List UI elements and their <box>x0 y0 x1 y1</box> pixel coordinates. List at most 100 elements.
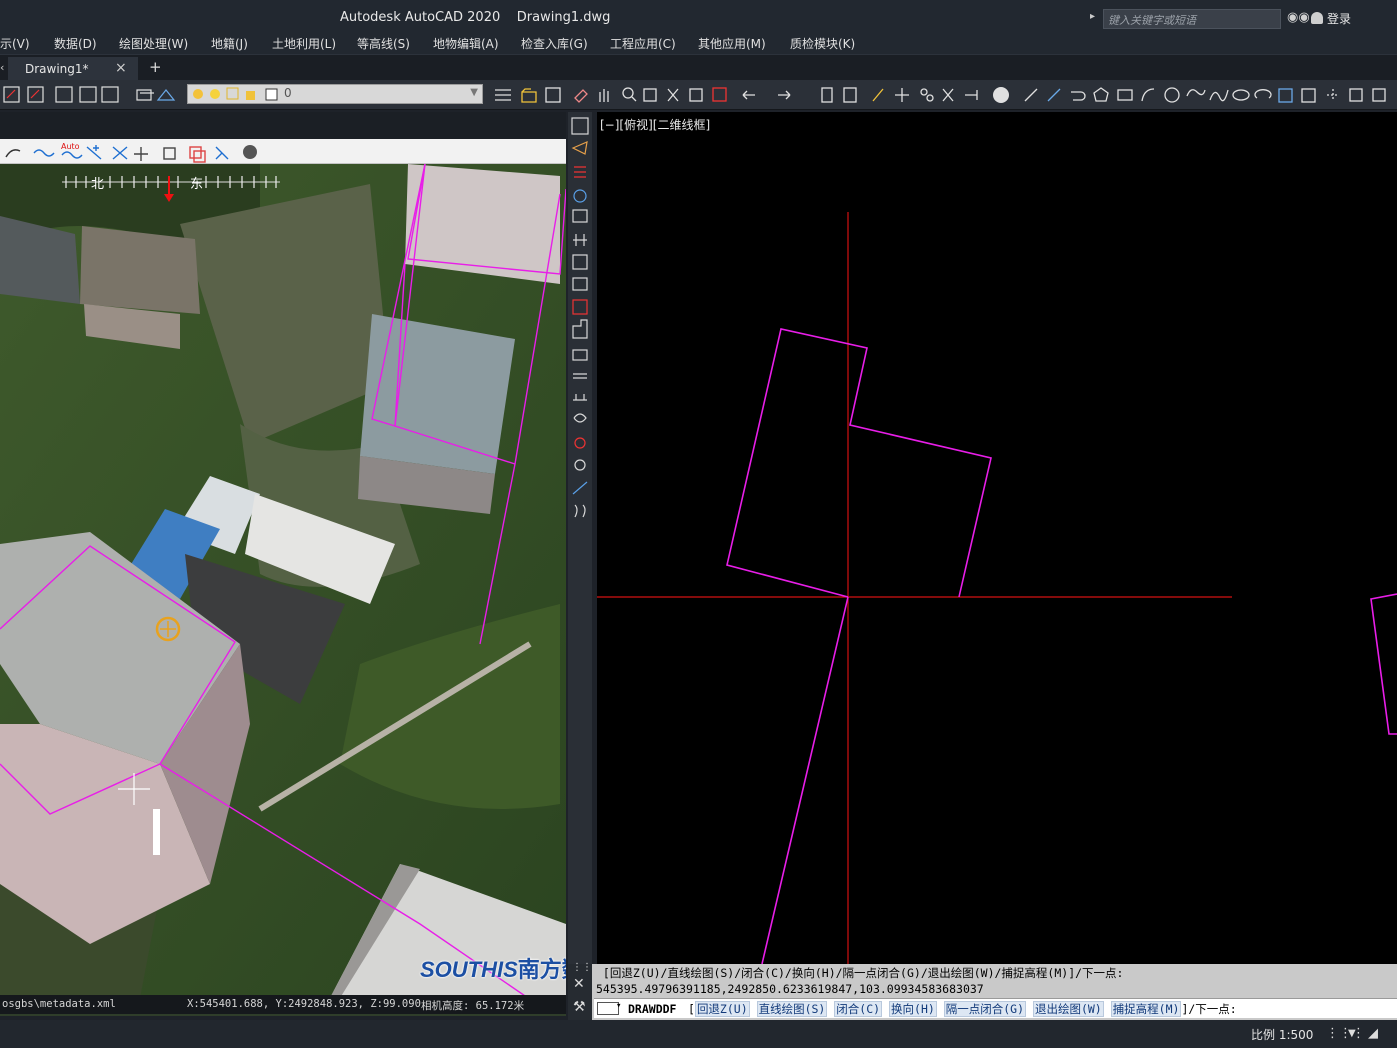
photo-pane-header <box>0 112 566 139</box>
insert-block-icon <box>1278 88 1293 103</box>
close-icon[interactable]: × <box>115 60 127 76</box>
menu-contour[interactable]: 等高线(S) <box>357 35 410 52</box>
revcloud-icon <box>1186 89 1206 97</box>
grid-icon[interactable]: ⋮⋮⋮ <box>1326 1026 1365 1041</box>
hatch-icon <box>1349 88 1363 102</box>
command-line: ⋮⋮ ✕ ⚒ [回退Z(U)/直线绘图(S)/闭合(C)/换向(H)/隔一点闭合… <box>568 962 1397 1020</box>
wrench-icon[interactable]: ⚒ <box>573 999 586 1015</box>
circle-icon <box>1164 87 1180 103</box>
tab-scroll-icon[interactable]: ‹ <box>0 61 4 74</box>
option-undo[interactable]: 回退Z(U) <box>694 1001 750 1017</box>
zoom-icon <box>622 87 634 99</box>
tool-icon-3 <box>55 86 73 103</box>
menu-feature-edit[interactable]: 地物编辑(A) <box>433 35 499 52</box>
window-title: Autodesk AutoCAD 2020 Drawing1.dwg <box>340 10 611 25</box>
xline-icon <box>1047 88 1061 102</box>
toolbar-group-left <box>3 86 176 103</box>
menu-engineering[interactable]: 工程应用(C) <box>610 35 676 52</box>
delete-point-icon <box>112 146 128 160</box>
regen-icon <box>689 88 703 102</box>
palette-icon-14 <box>573 413 587 423</box>
copy-shape-icon <box>189 146 202 159</box>
option-reverse[interactable]: 换向(H) <box>889 1001 937 1017</box>
toolbar-group-right <box>495 87 1386 103</box>
menu-qc[interactable]: 质检模块(K) <box>790 35 855 52</box>
rectangle-icon <box>1117 89 1133 101</box>
tool-icon-4 <box>79 86 97 103</box>
status-bar: 比例 1:500 ⋮⋮⋮ ▼ ◢ <box>0 1020 1397 1048</box>
login-button[interactable]: 登录 <box>1311 10 1351 27</box>
oblique-photo-pane: Auto 北 东 SOUTHIS南方 osgbs\metadata.xml X:… <box>0 112 566 1016</box>
design-center-icon <box>843 87 857 103</box>
trim-icon <box>942 88 954 102</box>
redo-icon <box>778 90 791 100</box>
command-suffix: ]/下一点: <box>1181 1002 1237 1016</box>
palette-icon-12 <box>573 373 587 379</box>
command-history: [回退Z(U)/直线绘图(S)/闭合(C)/换向(H)/隔一点闭合(G)/退出绘… <box>596 965 1123 997</box>
menu-data[interactable]: 数据(D) <box>54 35 97 52</box>
tool-icon-2-mark <box>30 89 40 99</box>
tool-icon-7 <box>156 89 176 101</box>
command-input[interactable]: ▾ DRAWDDF [回退Z(U) 直线绘图(S) 闭合(C) 换向(H) 隔一… <box>594 998 1397 1018</box>
palette-icon-2 <box>571 141 588 155</box>
palette-icon-13 <box>573 394 587 401</box>
grip-icon[interactable]: ⋮⋮ <box>572 962 592 973</box>
palette-icon-4 <box>573 189 587 203</box>
menu-draw[interactable]: 绘图处理(W) <box>119 35 188 52</box>
contour-icon <box>33 149 55 157</box>
measure-line-icon <box>5 149 21 158</box>
palette-icon-17 <box>572 481 588 495</box>
menu-cadastre[interactable]: 地籍(J) <box>211 35 248 52</box>
compass-north-label: 北 <box>91 177 104 192</box>
viewport-drawing <box>597 212 1397 964</box>
box-icon <box>163 147 176 160</box>
photo-status-bar: osgbs\metadata.xml X:545401.688, Y:24928… <box>0 995 566 1014</box>
chevron-down-icon[interactable]: ▼ <box>1348 1028 1356 1039</box>
option-skip-close[interactable]: 隔一点闭合(G) <box>943 1001 1027 1017</box>
copy-icon <box>920 88 928 96</box>
tool-icon-5 <box>101 86 119 103</box>
building-outline <box>726 328 1397 964</box>
chevron-right-icon[interactable]: ▸ <box>1090 11 1095 22</box>
menu-check-import[interactable]: 检查入库(G) <box>521 35 588 52</box>
arc-icon <box>1141 88 1155 102</box>
ellipse-icon <box>1232 89 1250 101</box>
spline-icon <box>1209 89 1229 102</box>
tool-icon-6 <box>136 89 154 101</box>
chevron-down-icon[interactable]: ▾ <box>616 1001 621 1011</box>
palette-icon-15 <box>574 437 586 449</box>
close-icon[interactable]: ✕ <box>573 976 585 992</box>
palette-icon-11 <box>572 349 588 361</box>
search-input[interactable]: 键入关键字或短语 <box>1103 9 1281 29</box>
document-tab-bar: ‹ Drawing1* × + <box>0 54 1397 81</box>
new-tab-button[interactable]: + <box>149 58 163 76</box>
snap-icon[interactable]: ◢ <box>1368 1026 1378 1041</box>
menu-bar: 示(V) 数据(D) 绘图处理(W) 地籍(J) 土地利用(L) 等高线(S) … <box>0 34 1397 54</box>
palette-icon-8 <box>572 277 588 291</box>
make-block-icon <box>1301 88 1316 103</box>
menu-land-use[interactable]: 土地利用(L) <box>272 35 336 52</box>
menu-display[interactable]: 示(V) <box>0 35 30 52</box>
pencil-icon <box>872 88 884 102</box>
option-close[interactable]: 闭合(C) <box>834 1001 883 1017</box>
save-icon <box>545 87 561 103</box>
help-icon <box>993 87 1009 103</box>
option-snap-elevation[interactable]: 捕捉高程(M) <box>1110 1001 1182 1017</box>
south-logo: SOUTHIS南方数码 <box>420 957 566 982</box>
move-icon <box>895 88 909 102</box>
tab-drawing1[interactable]: Drawing1* × <box>8 57 138 81</box>
option-line-draw[interactable]: 直线绘图(S) <box>756 1001 828 1017</box>
sun-icon <box>210 89 220 99</box>
scale-indicator[interactable]: 比例 1:500 <box>1251 1026 1313 1043</box>
binoculars-icon[interactable]: ◉◉ <box>1287 10 1310 25</box>
menu-other[interactable]: 其他应用(M) <box>698 35 766 52</box>
aerial-photo[interactable]: 北 东 <box>0 164 566 998</box>
model-space-viewport[interactable]: [−][俯视][二维线框] <box>597 112 1397 964</box>
option-exit[interactable]: 退出绘图(W) <box>1032 1001 1104 1017</box>
redraw-icon <box>712 87 727 102</box>
command-name: DRAWDDF <box>628 1002 677 1016</box>
tool-icon-2 <box>27 86 44 103</box>
photo-toolbar: Auto <box>0 139 566 164</box>
viewport-freeze-icon <box>226 87 239 100</box>
polyline-icon <box>1071 91 1086 101</box>
